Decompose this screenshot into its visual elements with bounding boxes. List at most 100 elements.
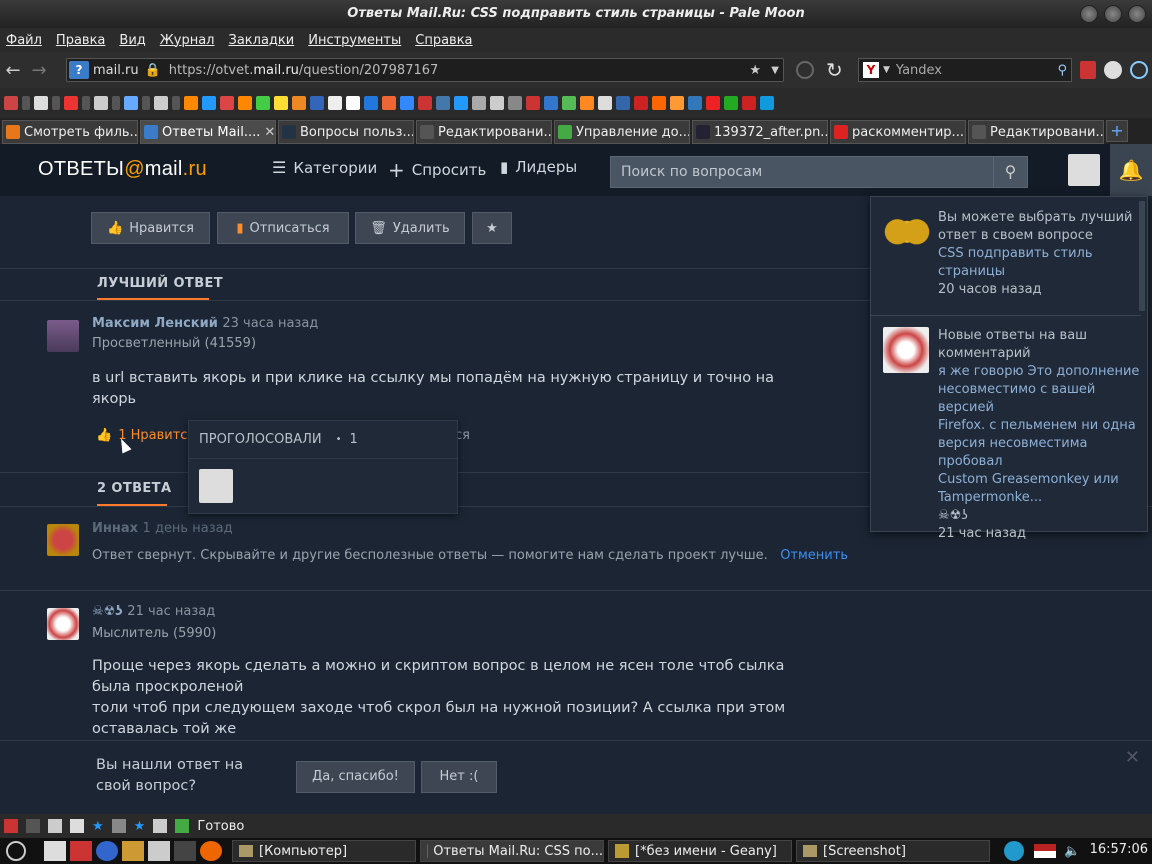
user-avatar[interactable] [1068, 154, 1100, 186]
star-icon[interactable]: ★ [92, 819, 104, 834]
close-window-button[interactable] [1128, 5, 1146, 23]
bookmark-icon[interactable] [724, 96, 738, 110]
bookmark-icon[interactable] [310, 96, 324, 110]
bookmark-icon[interactable] [4, 96, 18, 110]
launcher-icon[interactable] [44, 841, 66, 861]
tab-item-active[interactable]: Ответы Mail.... ✕ [140, 120, 276, 144]
tab-item[interactable]: Вопросы польз... [278, 120, 414, 144]
nav-ask[interactable]: + Спросить [388, 158, 486, 182]
star-icon[interactable]: ★ [134, 819, 146, 834]
menu-file[interactable]: Файл [6, 33, 42, 48]
notification-item[interactable]: Новые ответы на ваш комментарий я же гово… [938, 327, 1142, 543]
unsubscribe-button[interactable]: ▮ Отписаться [217, 212, 349, 244]
url-bar[interactable]: ? mail.ru 🔒 https://otvet.mail.ru/questi… [66, 58, 784, 82]
bookmark-icon[interactable] [346, 96, 360, 110]
dropdown-icon[interactable] [112, 96, 120, 110]
maximize-button[interactable] [1104, 5, 1122, 23]
bookmark-icon[interactable] [400, 96, 414, 110]
bookmark-icon[interactable] [598, 96, 612, 110]
bookmark-icon[interactable] [418, 96, 432, 110]
tab-item[interactable]: Смотреть филь... [2, 120, 138, 144]
firefox-icon[interactable] [200, 841, 222, 861]
back-icon[interactable]: ← [0, 60, 26, 81]
feedback-yes-button[interactable]: Да, спасибо! [296, 761, 415, 793]
bookmark-icon[interactable] [292, 96, 306, 110]
dropdown-icon[interactable] [142, 96, 150, 110]
author-name[interactable]: Иннах [92, 521, 138, 536]
launcher-icon[interactable] [70, 841, 92, 861]
tray-icon[interactable] [1004, 841, 1024, 861]
close-icon[interactable]: ✕ [1125, 747, 1140, 768]
dropdown-icon[interactable] [52, 96, 60, 110]
bookmark-icon[interactable] [94, 96, 108, 110]
bookmark-icon[interactable] [562, 96, 576, 110]
menu-view[interactable]: Вид [119, 33, 145, 48]
bookmark-icon[interactable] [184, 96, 198, 110]
bookmark-icon[interactable] [220, 96, 234, 110]
author-name[interactable]: Максим Ленский [92, 316, 218, 331]
notification-item[interactable]: Вы можете выбрать лучший ответ в своем во… [938, 209, 1142, 299]
bookmark-icon[interactable] [508, 96, 522, 110]
bell-icon[interactable]: 🔔 [1110, 144, 1152, 196]
new-tab-button[interactable]: + [1106, 120, 1128, 142]
start-menu-icon[interactable] [6, 841, 26, 861]
launcher-icon[interactable] [122, 841, 144, 861]
bookmark-star-icon[interactable]: ★ [749, 63, 761, 78]
search-go-icon[interactable]: ⚲ [1057, 63, 1067, 78]
voter-avatar[interactable] [199, 469, 233, 503]
bookmark-icon[interactable] [526, 96, 540, 110]
delete-button[interactable]: 🗑 Удалить [355, 212, 465, 244]
bookmark-icon[interactable] [364, 96, 378, 110]
bookmark-icon[interactable] [706, 96, 720, 110]
bookmark-icon[interactable] [34, 96, 48, 110]
bookmark-icon[interactable] [688, 96, 702, 110]
tab-item[interactable]: 139372_after.pn... [692, 120, 828, 144]
tab-item[interactable]: Управление до... [554, 120, 690, 144]
launcher-icon[interactable] [96, 841, 118, 861]
star-button[interactable]: ★ [472, 212, 512, 244]
bookmark-icon[interactable] [274, 96, 288, 110]
status-icon[interactable] [111, 819, 126, 833]
bookmark-icon[interactable] [436, 96, 450, 110]
bookmark-icon[interactable] [634, 96, 648, 110]
bookmark-icon[interactable] [472, 96, 486, 110]
tab-item[interactable]: раскомментир... [830, 120, 966, 144]
taskbar-item[interactable]: [Компьютер] [232, 840, 416, 862]
bookmark-icon[interactable] [124, 96, 138, 110]
addon-icon[interactable] [1080, 61, 1096, 79]
status-icon[interactable] [26, 819, 40, 833]
status-icon[interactable] [48, 819, 62, 833]
bookmark-icon[interactable] [670, 96, 684, 110]
lock-icon[interactable]: 🔒 [145, 63, 161, 78]
flag-icon[interactable] [1034, 844, 1056, 858]
bookmark-icon[interactable] [202, 96, 216, 110]
adblock-icon[interactable] [4, 819, 18, 833]
taskbar-item[interactable]: [*без имени - Geany] [608, 840, 792, 862]
taskbar-item-active[interactable]: Ответы Mail.Ru: CSS по... [420, 840, 604, 862]
bookmark-icon[interactable] [154, 96, 168, 110]
search-icon[interactable]: ⚲ [993, 157, 1027, 187]
likes-counter[interactable]: 👍 1 Нравится [96, 428, 195, 443]
menu-edit[interactable]: Правка [56, 33, 105, 48]
bookmark-icon[interactable] [328, 96, 342, 110]
author-avatar[interactable] [47, 524, 79, 556]
search-engine-box[interactable]: Y ▼ Yandex ⚲ [858, 58, 1072, 82]
bookmark-icon[interactable] [454, 96, 468, 110]
bookmark-icon[interactable] [238, 96, 252, 110]
nav-leaders[interactable]: ▮ Лидеры [500, 158, 577, 176]
menu-tools[interactable]: Инструменты [308, 33, 401, 48]
bookmark-icon[interactable] [382, 96, 396, 110]
minimize-button[interactable] [1080, 5, 1098, 23]
yandex-icon[interactable]: Y [863, 62, 879, 78]
dropdown-icon[interactable] [172, 96, 180, 110]
status-icon[interactable] [70, 819, 84, 833]
url-text[interactable]: https://otvet.mail.ru/question/207987167 [169, 63, 439, 78]
author-name[interactable]: ☠☢ʖ [92, 604, 123, 619]
bookmark-icon[interactable] [64, 96, 78, 110]
site-search-input[interactable]: Поиск по вопросам ⚲ [610, 156, 1028, 188]
bookmark-icon[interactable] [652, 96, 666, 110]
bookmark-icon[interactable] [490, 96, 504, 110]
menu-bookmarks[interactable]: Закладки [229, 33, 295, 48]
dropdown-icon[interactable] [22, 96, 30, 110]
author-avatar[interactable] [47, 608, 79, 640]
